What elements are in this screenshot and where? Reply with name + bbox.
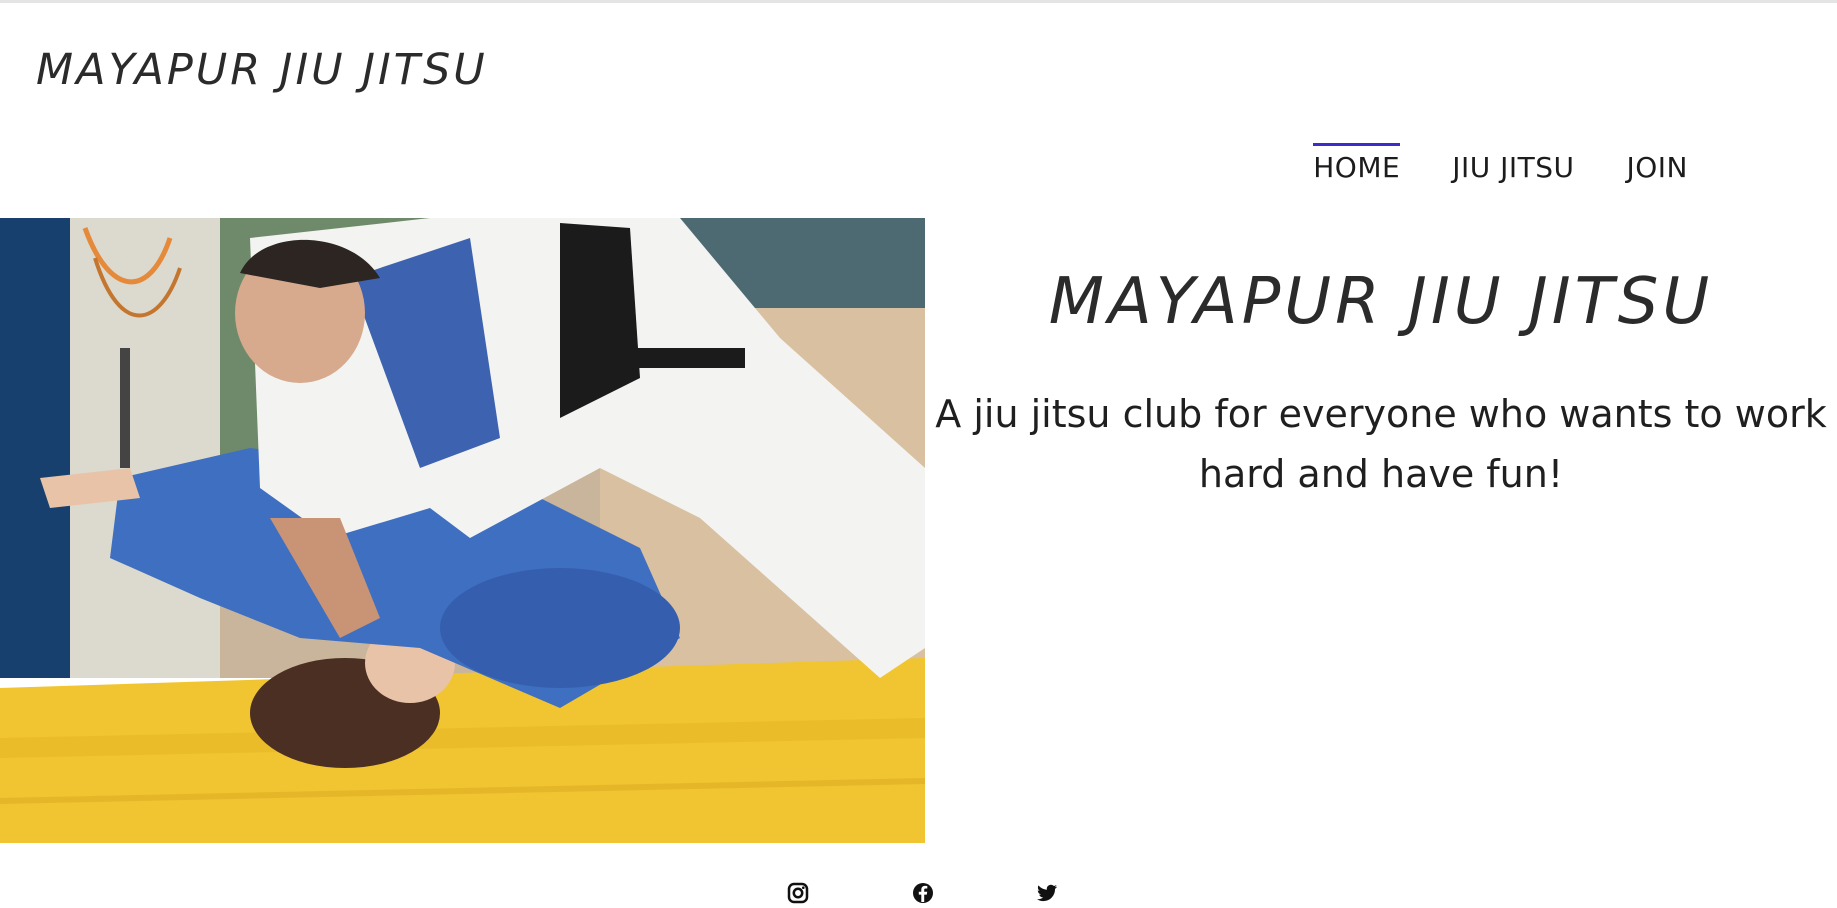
nav-item-home[interactable]: HOME: [1313, 143, 1401, 193]
hero-section: MAYAPUR JIU JITSU A jiu jitsu club for e…: [925, 218, 1837, 504]
nav-item-join[interactable]: JOIN: [1627, 143, 1689, 193]
social-links: [0, 882, 1837, 904]
hero-image: [0, 218, 925, 843]
site-title[interactable]: MAYAPUR JIU JITSU: [36, 42, 488, 98]
nav-item-jiu-jitsu[interactable]: JIU JITSU: [1452, 143, 1574, 193]
hero-heading: MAYAPUR JIU JITSU: [1048, 265, 1714, 339]
main-nav: HOME JIU JITSU JOIN: [1313, 143, 1688, 193]
hero-subheading: A jiu jitsu club for everyone who wants …: [935, 392, 1827, 496]
top-rule: [0, 0, 1837, 3]
